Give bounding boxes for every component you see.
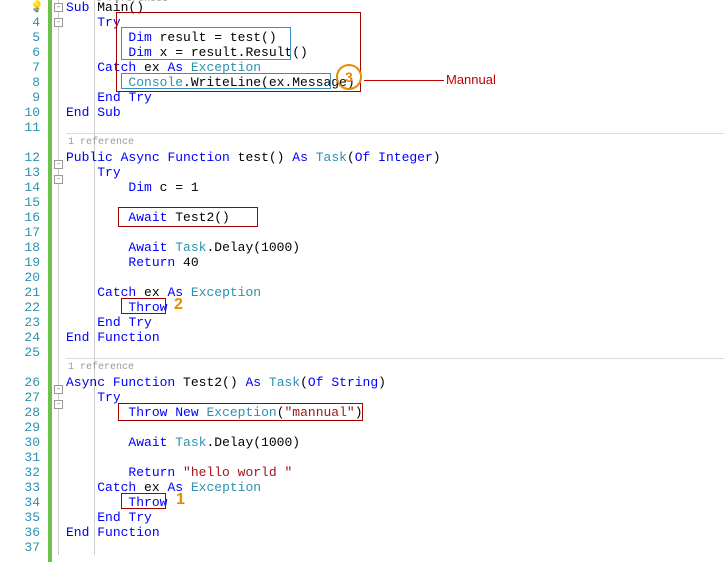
line-number: 8	[0, 75, 40, 90]
line-number: 27	[0, 390, 40, 405]
line-number: 14	[0, 180, 40, 195]
code-line[interactable]: Catch ex As Exception	[66, 60, 724, 75]
code-line[interactable]: Dim c = 1	[66, 180, 724, 195]
line-number: 7	[0, 60, 40, 75]
code-line[interactable]: Dim x = result.Result()	[66, 45, 724, 60]
code-line[interactable]: End Function	[66, 525, 724, 540]
line-number: 31	[0, 450, 40, 465]
line-number: 21	[0, 285, 40, 300]
code-line[interactable]: Return 40	[66, 255, 724, 270]
line-number: 15	[0, 195, 40, 210]
code-line[interactable]	[66, 540, 724, 555]
line-number: 36	[0, 525, 40, 540]
line-number: 5	[0, 30, 40, 45]
line-number: 28	[0, 405, 40, 420]
code-line[interactable]: Throw	[66, 300, 724, 315]
line-number	[0, 135, 40, 150]
code-line[interactable]: End Try	[66, 315, 724, 330]
code-line[interactable]: Try	[66, 165, 724, 180]
code-line[interactable]: Return "hello world "	[66, 465, 724, 480]
line-number: 12	[0, 150, 40, 165]
line-number: 32	[0, 465, 40, 480]
line-number: 16	[0, 210, 40, 225]
line-number: 9	[0, 90, 40, 105]
code-editor[interactable]: 💡 34567891011121314151617181920212223242…	[0, 0, 724, 562]
line-number: 19	[0, 255, 40, 270]
code-line[interactable]: Console.WriteLine(ex.Message)	[66, 75, 724, 90]
code-line[interactable]	[66, 420, 724, 435]
code-line[interactable]: End Sub	[66, 105, 724, 120]
fold-toggle[interactable]: -	[54, 18, 63, 27]
line-number: 10	[0, 105, 40, 120]
line-number: 33	[0, 480, 40, 495]
code-line[interactable]: Await Task.Delay(1000)	[66, 435, 724, 450]
code-line[interactable]: End Try	[66, 510, 724, 525]
line-number: 30	[0, 435, 40, 450]
fold-toggle[interactable]: -	[54, 160, 63, 169]
lightbulb-icon[interactable]: 💡	[30, 0, 44, 14]
codelens-references[interactable]: 1 reference	[66, 360, 724, 375]
line-number: 18	[0, 240, 40, 255]
method-separator	[66, 358, 724, 359]
code-line[interactable]	[66, 225, 724, 240]
code-line[interactable]: End Try	[66, 90, 724, 105]
line-number-gutter: 💡 34567891011121314151617181920212223242…	[0, 0, 48, 562]
method-separator	[66, 133, 724, 134]
code-line[interactable]: Throw New Exception("mannual")	[66, 405, 724, 420]
line-number: 4	[0, 15, 40, 30]
code-line[interactable]: Catch ex As Exception	[66, 480, 724, 495]
fold-toggle[interactable]: -	[54, 385, 63, 394]
line-number: 25	[0, 345, 40, 360]
annotation-label: Mannual	[446, 72, 496, 87]
line-number: 37	[0, 540, 40, 555]
code-line[interactable]: Public Async Function test() As Task(Of …	[66, 150, 724, 165]
code-line[interactable]: End Function	[66, 330, 724, 345]
line-number: 26	[0, 375, 40, 390]
code-line[interactable]: Await Task.Delay(1000)	[66, 240, 724, 255]
line-number: 29	[0, 420, 40, 435]
code-line[interactable]: Throw	[66, 495, 724, 510]
line-number: 23	[0, 315, 40, 330]
line-number	[0, 360, 40, 375]
code-line[interactable]	[66, 195, 724, 210]
code-area[interactable]: 0 references Sub Main() Try Dim result =…	[66, 0, 724, 562]
code-line[interactable]: Dim result = test()	[66, 30, 724, 45]
line-number: 13	[0, 165, 40, 180]
fold-toggle[interactable]: -	[54, 400, 63, 409]
annotation-number-2: 2	[174, 296, 183, 314]
code-line[interactable]: Await Test2()	[66, 210, 724, 225]
code-line[interactable]: Try	[66, 15, 724, 30]
code-line[interactable]	[66, 270, 724, 285]
annotation-circle-3: 3	[336, 64, 362, 90]
line-number: 22	[0, 300, 40, 315]
code-line[interactable]: Sub Main()	[66, 0, 724, 15]
code-line[interactable]: Catch ex As Exception	[66, 285, 724, 300]
line-number: 20	[0, 270, 40, 285]
line-number: 35	[0, 510, 40, 525]
code-line[interactable]: Try	[66, 390, 724, 405]
code-line[interactable]: Async Function Test2() As Task(Of String…	[66, 375, 724, 390]
line-number: 6	[0, 45, 40, 60]
line-number: 34	[0, 495, 40, 510]
annotation-number-1: 1	[176, 491, 185, 509]
codelens-references[interactable]: 1 reference	[66, 135, 724, 150]
fold-toggle[interactable]: -	[54, 175, 63, 184]
fold-column: - - - - - -	[52, 0, 66, 562]
line-number: 17	[0, 225, 40, 240]
line-number: 24	[0, 330, 40, 345]
fold-toggle[interactable]: -	[54, 3, 63, 12]
annotation-connector	[364, 80, 444, 81]
code-line[interactable]	[66, 450, 724, 465]
line-number: 11	[0, 120, 40, 135]
